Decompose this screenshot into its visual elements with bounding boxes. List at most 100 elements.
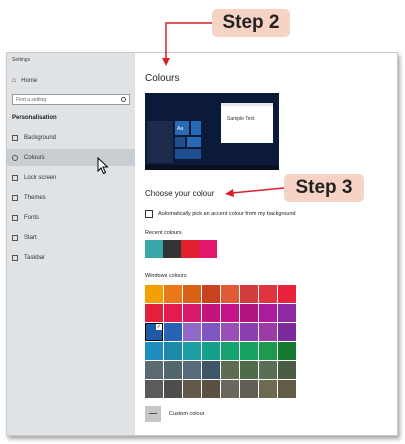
- colour-swatch[interactable]: [259, 380, 277, 398]
- sidebar-item-label: Colours: [24, 154, 45, 161]
- colour-swatch[interactable]: [164, 342, 182, 360]
- colour-swatch[interactable]: [145, 342, 163, 360]
- colour-swatch[interactable]: [183, 285, 201, 303]
- page-title: Colours: [145, 73, 180, 84]
- colour-swatch[interactable]: [221, 323, 239, 341]
- home-label: Home: [21, 77, 38, 84]
- preview-taskbar: [145, 165, 279, 170]
- search-placeholder: Find a setting: [16, 97, 47, 103]
- custom-colour-label: Custom colour: [169, 411, 205, 417]
- sidebar-item-label: Taskbar: [24, 254, 46, 261]
- colour-swatch[interactable]: [240, 304, 258, 322]
- colour-swatch[interactable]: [164, 323, 182, 341]
- colour-swatch[interactable]: [240, 361, 258, 379]
- colour-swatch[interactable]: [259, 342, 277, 360]
- colour-swatch[interactable]: [278, 342, 296, 360]
- colour-swatch[interactable]: [278, 304, 296, 322]
- windows-colours-grid: ✓: [145, 285, 296, 398]
- preview-tile: [187, 137, 201, 147]
- preview-tile: [175, 137, 185, 147]
- colour-swatch[interactable]: [145, 285, 163, 303]
- sidebar-item-label: Fonts: [24, 214, 40, 221]
- brush-icon: [12, 194, 18, 201]
- colour-swatch[interactable]: [164, 285, 182, 303]
- custom-colour-button[interactable]: Custom colour: [145, 406, 204, 422]
- search-icon: [121, 97, 126, 102]
- colour-swatch[interactable]: [221, 304, 239, 322]
- colour-swatch[interactable]: [278, 323, 296, 341]
- colour-swatch[interactable]: [202, 342, 220, 360]
- colour-swatch[interactable]: [240, 285, 258, 303]
- sidebar-item-label: Start: [24, 234, 37, 241]
- step-3-callout: Step 3: [284, 174, 364, 202]
- colour-swatch[interactable]: ✓: [145, 323, 163, 341]
- sidebar-item-taskbar[interactable]: Taskbar: [7, 249, 135, 266]
- sidebar-item-label: Background: [24, 134, 57, 141]
- preview-sample-text: Sample Text: [227, 116, 255, 122]
- preview-tile: [175, 149, 201, 159]
- colour-swatch[interactable]: [164, 380, 182, 398]
- colour-swatch[interactable]: [183, 304, 201, 322]
- preview-start-menu: [147, 121, 173, 163]
- sidebar-item-fonts[interactable]: Fonts: [7, 209, 135, 226]
- mouse-cursor-icon: [97, 157, 109, 175]
- colour-swatch[interactable]: [221, 380, 239, 398]
- app-title: Settings: [12, 57, 31, 63]
- colour-swatch[interactable]: [202, 323, 220, 341]
- sidebar-item-background[interactable]: Background: [7, 129, 135, 146]
- preview-tile-text: Aa: [177, 126, 184, 132]
- recent-colour-swatch[interactable]: [163, 240, 181, 258]
- colour-swatch[interactable]: [221, 342, 239, 360]
- colour-swatch[interactable]: [259, 304, 277, 322]
- colour-swatch[interactable]: [183, 323, 201, 341]
- colour-swatch[interactable]: [164, 361, 182, 379]
- sidebar: Settings ⌂ Home Find a setting Personali…: [7, 53, 135, 435]
- settings-window: Settings ⌂ Home Find a setting Personali…: [6, 52, 398, 436]
- main-panel: Colours Aa Sample Text Choose your colou…: [135, 53, 397, 435]
- colour-swatch[interactable]: [164, 304, 182, 322]
- sidebar-item-lock-screen[interactable]: Lock screen: [7, 169, 135, 186]
- recent-colour-swatch[interactable]: [199, 240, 217, 258]
- auto-pick-checkbox[interactable]: [145, 210, 153, 218]
- colour-swatch[interactable]: [183, 380, 201, 398]
- colour-swatch[interactable]: [240, 380, 258, 398]
- auto-pick-label: Automatically pick an accent colour from…: [158, 211, 296, 217]
- colour-swatch[interactable]: [145, 361, 163, 379]
- colour-swatch[interactable]: [259, 285, 277, 303]
- colour-swatch[interactable]: [240, 342, 258, 360]
- home-link[interactable]: ⌂ Home: [12, 77, 37, 84]
- colour-swatch[interactable]: [259, 323, 277, 341]
- colour-swatch[interactable]: [202, 304, 220, 322]
- colour-swatch[interactable]: [183, 342, 201, 360]
- search-input[interactable]: Find a setting: [12, 94, 130, 105]
- section-heading: Personalisation: [12, 115, 57, 121]
- colour-swatch[interactable]: [221, 285, 239, 303]
- colour-swatch[interactable]: [221, 361, 239, 379]
- recent-colour-swatch[interactable]: [181, 240, 199, 258]
- sidebar-item-colours[interactable]: Colours: [7, 149, 135, 166]
- preview-window: Sample Text: [221, 103, 273, 143]
- recent-colour-swatch[interactable]: [145, 240, 163, 258]
- sidebar-item-start[interactable]: Start: [7, 229, 135, 246]
- colour-swatch[interactable]: [145, 304, 163, 322]
- colour-swatch[interactable]: [183, 361, 201, 379]
- colour-swatch[interactable]: [240, 323, 258, 341]
- taskbar-icon: [12, 254, 18, 261]
- colour-swatch[interactable]: [278, 380, 296, 398]
- sidebar-item-label: Themes: [24, 194, 46, 201]
- colour-swatch[interactable]: [259, 361, 277, 379]
- preview-tile: [191, 121, 201, 135]
- colour-swatch[interactable]: [278, 361, 296, 379]
- colour-swatch[interactable]: [202, 361, 220, 379]
- colour-swatch[interactable]: [278, 285, 296, 303]
- auto-pick-row[interactable]: Automatically pick an accent colour from…: [145, 210, 296, 218]
- sidebar-item-label: Lock screen: [24, 174, 57, 181]
- colour-swatch[interactable]: [202, 285, 220, 303]
- colour-swatch[interactable]: [145, 380, 163, 398]
- colour-swatch[interactable]: [202, 380, 220, 398]
- start-icon: [12, 234, 18, 241]
- recent-colours-label: Recent colours: [145, 230, 182, 236]
- sidebar-item-themes[interactable]: Themes: [7, 189, 135, 206]
- preview-tile: Aa: [175, 121, 189, 135]
- preview-window-bar: [221, 103, 273, 106]
